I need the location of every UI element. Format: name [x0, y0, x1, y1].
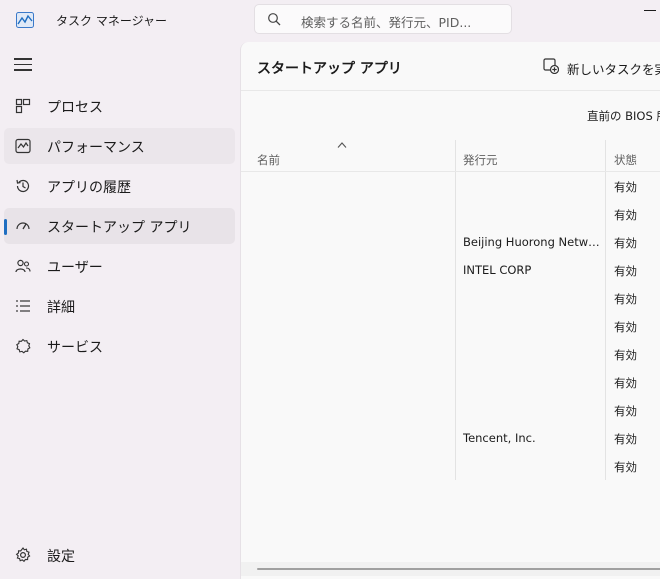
details-icon	[16, 300, 30, 312]
table-row[interactable]: INTEL CORP 有効	[241, 256, 660, 284]
sidebar-item-label: プロセス	[47, 100, 103, 116]
sidebar-item-services[interactable]: サービス	[4, 328, 235, 364]
sidebar-item-label: アプリの履歴	[47, 180, 131, 196]
table-row[interactable]: Tencent, Inc. 有効	[241, 424, 660, 452]
sidebar-item-startup-apps[interactable]: スタートアップ アプリ	[4, 208, 235, 244]
horizontal-scrollbar[interactable]	[257, 568, 660, 570]
sidebar-item-processes[interactable]: プロセス	[4, 88, 235, 124]
sort-ascending-icon[interactable]	[337, 142, 347, 148]
publisher-cell: Beijing Huorong Netwo...	[463, 235, 601, 249]
state-cell: 有効	[614, 180, 637, 194]
bios-time-text: 直前の BIOS 所	[587, 109, 660, 123]
sidebar-item-label: パフォーマンス	[47, 140, 145, 156]
startup-icon	[16, 222, 30, 230]
search-placeholder: 検索する名前、発行元、PID...	[301, 15, 472, 30]
sidebar-item-details[interactable]: 詳細	[4, 288, 235, 324]
search-input[interactable]: 検索する名前、発行元、PID...	[254, 4, 512, 34]
sidebar-item-performance[interactable]: パフォーマンス	[4, 128, 235, 164]
task-manager-icon	[16, 12, 34, 28]
active-indicator	[4, 219, 7, 235]
sidebar-item-label: サービス	[47, 340, 103, 356]
state-cell: 有効	[614, 404, 637, 418]
table-row[interactable]: 有効	[241, 368, 660, 396]
sidebar-item-label: スタートアップ アプリ	[47, 220, 192, 236]
publisher-cell: INTEL CORP	[463, 263, 532, 277]
sidebar: プロセス パフォーマンス アプリの履歴 スタートアップ アプリ ユーザー 詳細 …	[0, 40, 240, 579]
sidebar-item-users[interactable]: ユーザー	[4, 248, 235, 284]
table-row[interactable]: Beijing Huorong Netwo... 有効	[241, 228, 660, 256]
table-row[interactable]: 有効	[241, 200, 660, 228]
table-row[interactable]: 有効	[241, 284, 660, 312]
column-header-state[interactable]: 状態	[614, 152, 637, 168]
column-header-publisher[interactable]: 発行元	[463, 152, 498, 168]
state-cell: 有効	[614, 432, 637, 446]
table-row[interactable]: 有効	[241, 172, 660, 200]
state-cell: 有効	[614, 460, 637, 474]
users-icon	[15, 259, 31, 273]
performance-icon	[15, 138, 31, 154]
sidebar-item-label: ユーザー	[47, 260, 103, 276]
publisher-cell: Tencent, Inc.	[463, 431, 536, 445]
state-cell: 有効	[614, 376, 637, 390]
table-row[interactable]: 有効	[241, 396, 660, 424]
table-row[interactable]: 有効	[241, 452, 660, 480]
processes-icon	[15, 98, 31, 114]
sidebar-item-app-history[interactable]: アプリの履歴	[4, 168, 235, 204]
state-cell: 有効	[614, 236, 637, 250]
services-icon	[16, 338, 31, 354]
state-cell: 有効	[614, 320, 637, 334]
sidebar-item-settings[interactable]: 設定	[4, 537, 235, 573]
minimize-button[interactable]	[644, 10, 656, 11]
divider	[241, 90, 660, 91]
main-content: スタートアップ アプリ 新しいタスクを実 直前の BIOS 所 名前 発行元 状…	[240, 42, 660, 579]
search-icon	[268, 13, 281, 26]
state-cell: 有効	[614, 348, 637, 362]
app-history-icon	[16, 179, 30, 193]
state-cell: 有効	[614, 292, 637, 306]
state-cell: 有効	[614, 264, 637, 278]
table-row[interactable]: 有効	[241, 340, 660, 368]
hamburger-menu-icon[interactable]	[14, 58, 32, 72]
new-task-icon	[543, 58, 559, 74]
new-task-label: 新しいタスクを実	[567, 62, 660, 77]
column-header-name[interactable]: 名前	[257, 152, 280, 168]
title-bar: タスク マネージャー 検索する名前、発行元、PID...	[0, 0, 660, 40]
table-row[interactable]: 有効	[241, 312, 660, 340]
app-title: タスク マネージャー	[56, 14, 167, 28]
sidebar-item-label: 設定	[47, 549, 75, 565]
page-title: スタートアップ アプリ	[257, 61, 402, 77]
gear-icon	[15, 547, 31, 563]
sidebar-item-label: 詳細	[47, 300, 75, 316]
state-cell: 有効	[614, 208, 637, 222]
